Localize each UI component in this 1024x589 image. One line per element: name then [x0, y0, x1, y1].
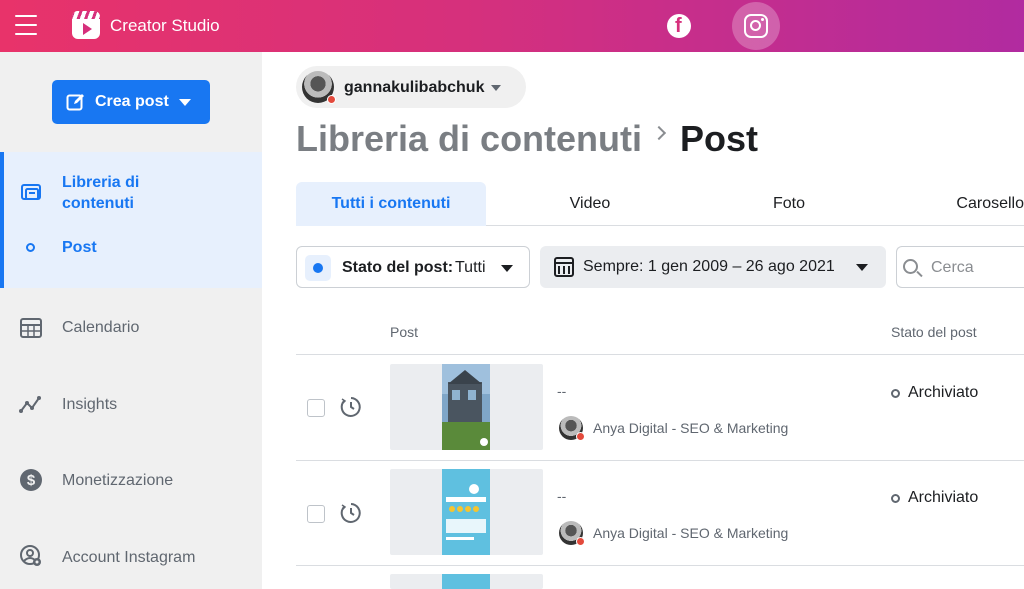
instagram-platform-button[interactable] — [732, 2, 780, 50]
scheduled-clock-icon — [340, 397, 361, 417]
status-dot-icon — [891, 494, 900, 503]
post-image — [442, 364, 490, 450]
row-checkbox[interactable] — [307, 399, 325, 417]
status-filter-value: Tutti — [455, 259, 486, 276]
post-thumbnail[interactable] — [390, 574, 543, 589]
sidebar: Crea post Libreria di contenuti Post Cal… — [0, 52, 262, 589]
post-status-filter[interactable]: Stato del post: Tutti — [296, 246, 530, 288]
tab-carousel[interactable]: Carosello — [894, 182, 1024, 226]
avatar — [302, 71, 336, 104]
active-indicator — [0, 152, 4, 288]
status-badge: Archiviato — [908, 489, 979, 506]
facebook-icon[interactable] — [667, 14, 691, 38]
status-filter-label: Stato del post: — [342, 259, 454, 276]
sidebar-item-calendar[interactable]: Calendario — [62, 319, 139, 337]
post-thumbnail[interactable] — [390, 364, 543, 450]
content-library-icon — [21, 184, 41, 200]
create-post-label: Crea post — [95, 93, 169, 110]
scheduled-clock-icon — [340, 503, 361, 523]
dollar-icon: $ — [20, 469, 42, 491]
post-title: -- — [557, 488, 567, 504]
sidebar-item-label: Libreria di contenuti — [62, 174, 140, 212]
tab-video[interactable]: Video — [496, 182, 684, 226]
sidebar-item-monetization[interactable]: Monetizzazione — [62, 472, 173, 490]
post-dot-icon — [26, 243, 35, 252]
divider — [296, 565, 1024, 566]
chevron-down-icon — [856, 264, 868, 271]
search-input[interactable] — [931, 257, 1021, 279]
chevron-down-icon — [501, 265, 513, 272]
status-dot-icon — [305, 255, 331, 281]
date-range-filter[interactable]: Sempre: 1 gen 2009 – 26 ago 2021 — [540, 246, 886, 288]
divider — [296, 460, 1024, 461]
calendar-icon — [554, 257, 574, 277]
chevron-down-icon — [178, 98, 191, 106]
page-title: Post — [680, 118, 759, 159]
post-account: Anya Digital - SEO & Marketing — [593, 420, 789, 436]
hamburger-menu-icon[interactable] — [15, 15, 37, 35]
status-dot-icon — [891, 389, 900, 398]
calendar-icon — [20, 318, 42, 338]
post-thumbnail[interactable] — [390, 469, 543, 555]
breadcrumb-root[interactable]: Libreria di contenuti — [296, 118, 642, 160]
divider — [296, 354, 1024, 355]
sidebar-item-content-library[interactable]: Libreria di contenuti Post — [0, 152, 262, 288]
creator-studio-logo-icon — [72, 11, 100, 39]
edit-icon — [66, 94, 84, 111]
post-image — [442, 469, 490, 555]
status-badge: Archiviato — [908, 384, 979, 401]
row-checkbox[interactable] — [307, 505, 325, 523]
sidebar-item-insights[interactable]: Insights — [62, 396, 117, 414]
chevron-right-icon — [651, 125, 667, 141]
tab-photo[interactable]: Foto — [694, 182, 884, 226]
svg-text:$: $ — [27, 472, 36, 489]
create-post-button[interactable]: Crea post — [52, 80, 210, 124]
account-settings-icon — [20, 545, 41, 566]
column-header-post: Post — [390, 324, 419, 340]
top-bar: Creator Studio — [0, 0, 1024, 52]
sidebar-item-instagram-account[interactable]: Account Instagram — [62, 549, 195, 567]
app-name: Creator Studio — [110, 16, 220, 35]
account-name: gannakulibabchuk — [344, 79, 485, 96]
date-range-value: Sempre: 1 gen 2009 – 26 ago 2021 — [583, 258, 835, 275]
search-icon — [903, 259, 918, 274]
column-header-status[interactable]: Stato del post — [891, 324, 977, 340]
instagram-icon — [744, 14, 768, 38]
search-box — [896, 246, 1024, 288]
sidebar-item-post[interactable]: Post — [62, 239, 97, 257]
post-account: Anya Digital - SEO & Marketing — [593, 525, 789, 541]
content-tabs: Tutti i contenuti Video Foto Carosello — [296, 182, 1024, 226]
chevron-down-icon[interactable] — [491, 85, 501, 91]
post-image — [442, 574, 490, 589]
avatar — [559, 521, 585, 546]
avatar — [559, 416, 585, 441]
tab-all-content[interactable]: Tutti i contenuti — [296, 182, 486, 226]
post-title: -- — [557, 383, 567, 399]
insights-icon — [19, 396, 41, 413]
